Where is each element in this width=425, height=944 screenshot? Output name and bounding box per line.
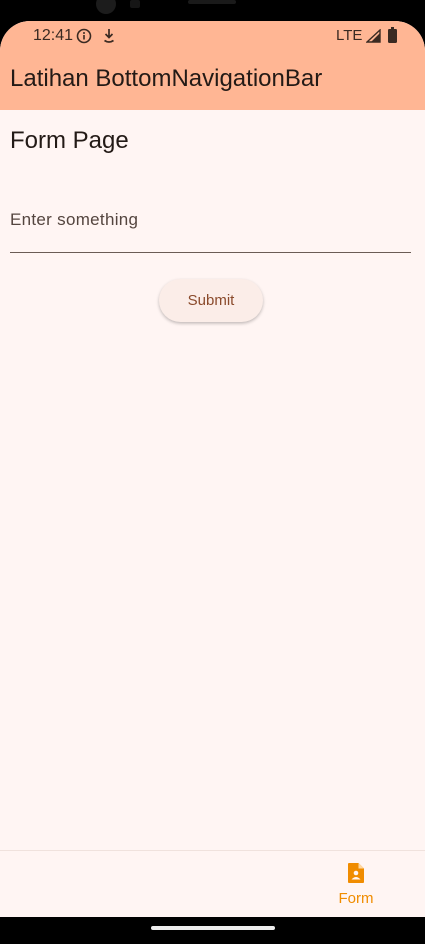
download-icon: [104, 29, 114, 43]
network-type: LTE: [336, 27, 363, 44]
app-title: Latihan BottomNavigationBar: [10, 65, 323, 92]
nav-item-form-label: Form: [338, 890, 374, 907]
home-gesture-handle[interactable]: [151, 926, 275, 930]
app-screen: 12:41 LTE Latihan BottomNavigationBar Fo…: [0, 21, 425, 917]
text-input-field[interactable]: Enter something: [10, 195, 411, 253]
contact-document-icon: [348, 863, 364, 883]
camera-sensor: [130, 0, 140, 8]
status-time: 12:41: [33, 27, 74, 44]
device-camera-strip: [0, 0, 425, 22]
page-title: Form Page: [10, 127, 129, 154]
status-bar: 12:41 LTE: [0, 21, 425, 49]
camera-lens: [96, 0, 116, 14]
signal-icon: [366, 29, 381, 43]
info-icon: [76, 28, 92, 44]
bottom-navigation-bar: Form: [0, 850, 425, 917]
earpiece-speaker: [188, 0, 236, 4]
gesture-navigation-area: [0, 917, 425, 944]
text-input-label: Enter something: [10, 210, 139, 229]
app-bar: Latihan BottomNavigationBar: [0, 49, 425, 110]
submit-button[interactable]: Submit: [159, 279, 263, 322]
nav-item-form[interactable]: Form: [324, 851, 388, 917]
battery-icon: [388, 27, 397, 43]
